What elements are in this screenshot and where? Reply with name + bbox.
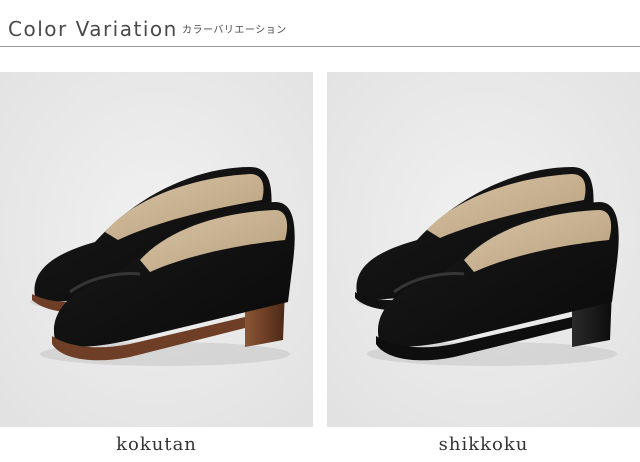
section-title: Color Variation (8, 17, 178, 41)
variant-label-shikkoku: shikkoku (438, 434, 529, 455)
section-header: Color Variation カラーバリエーション (0, 0, 640, 48)
section-subtitle: カラーバリエーション (182, 25, 287, 36)
header-divider (0, 46, 640, 47)
product-image-kokutan (0, 72, 313, 427)
variant-label-kokutan: kokutan (116, 434, 197, 455)
product-image-shikkoku (327, 72, 640, 427)
